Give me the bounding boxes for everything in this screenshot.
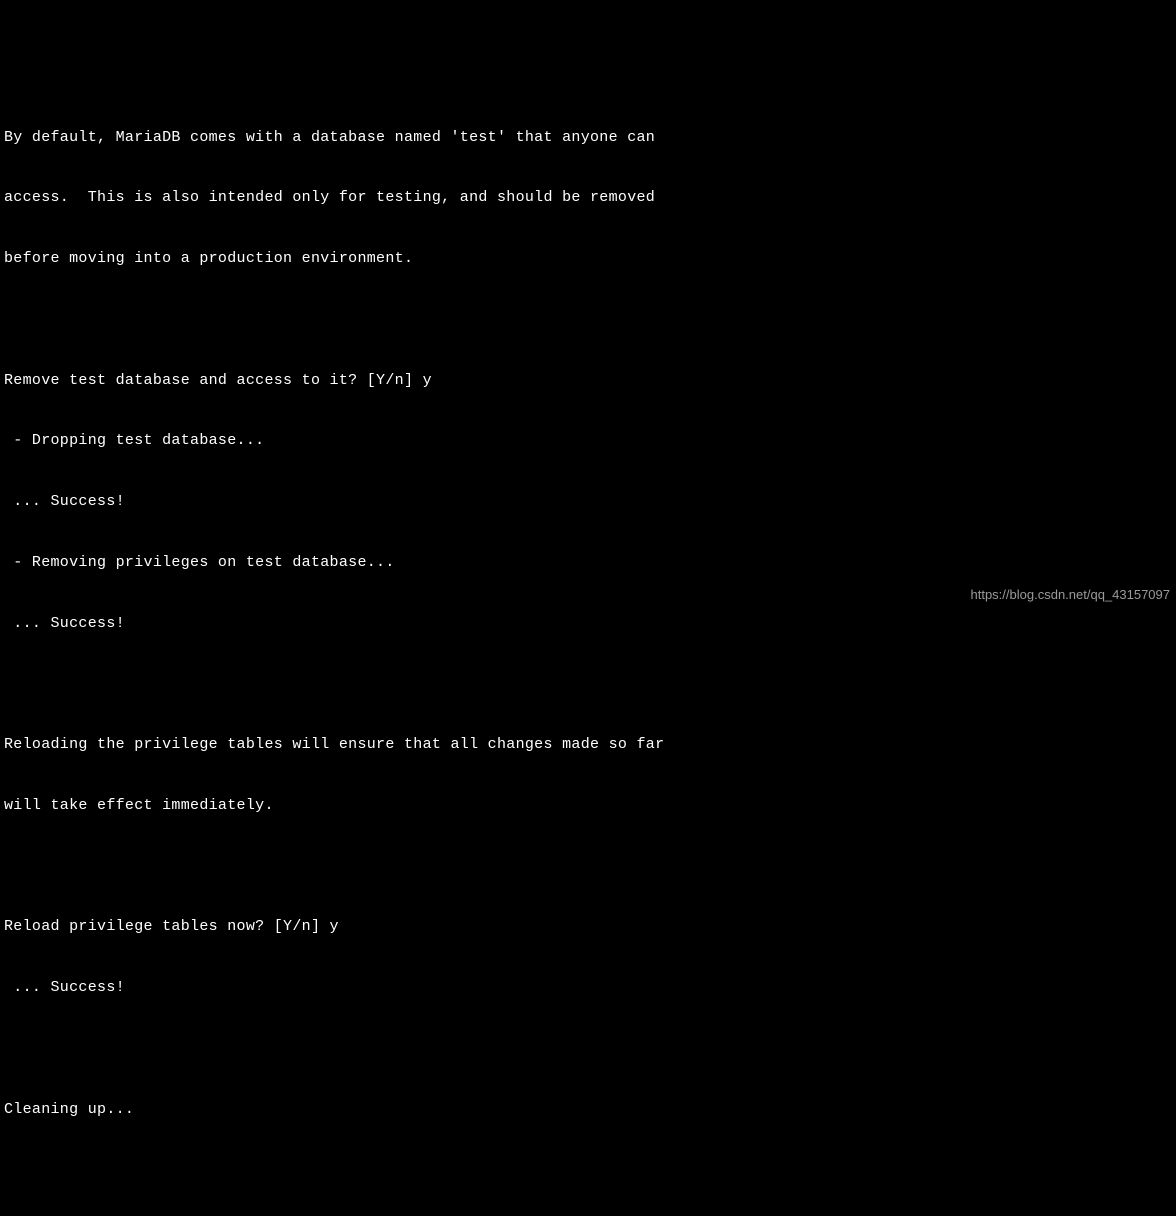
terminal-line — [4, 674, 1172, 694]
terminal-line: Cleaning up... — [4, 1100, 1172, 1120]
terminal-line: Reloading the privilege tables will ensu… — [4, 735, 1172, 755]
terminal-line — [4, 1160, 1172, 1180]
terminal-line: ... Success! — [4, 614, 1172, 634]
terminal-line — [4, 310, 1172, 330]
terminal-line: will take effect immediately. — [4, 796, 1172, 816]
terminal-line: access. This is also intended only for t… — [4, 188, 1172, 208]
terminal-line: Remove test database and access to it? [… — [4, 371, 1172, 391]
terminal-line: before moving into a production environm… — [4, 249, 1172, 269]
terminal-line: By default, MariaDB comes with a databas… — [4, 128, 1172, 148]
terminal-line: Reload privilege tables now? [Y/n] y — [4, 917, 1172, 937]
terminal-line: ... Success! — [4, 978, 1172, 998]
terminal-output[interactable]: By default, MariaDB comes with a databas… — [4, 87, 1172, 1216]
terminal-line — [4, 857, 1172, 877]
terminal-line: - Dropping test database... — [4, 431, 1172, 451]
terminal-line: ... Success! — [4, 492, 1172, 512]
terminal-line: - Removing privileges on test database..… — [4, 553, 1172, 573]
terminal-line — [4, 1039, 1172, 1059]
watermark-text: https://blog.csdn.net/qq_43157097 — [971, 586, 1171, 604]
